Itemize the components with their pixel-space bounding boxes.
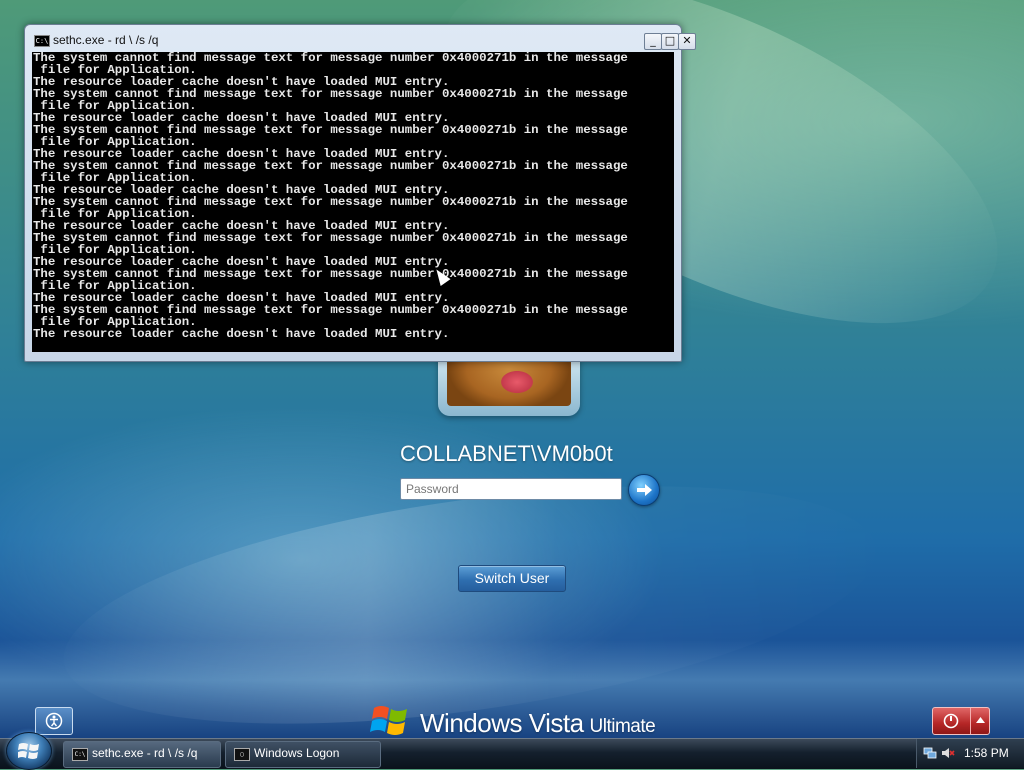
close-button[interactable]: ✕ bbox=[678, 33, 696, 50]
console-line: The resource loader cache doesn't have l… bbox=[33, 327, 450, 341]
switch-user-button[interactable]: Switch User bbox=[458, 565, 566, 592]
taskbar-item-windows-logon[interactable]: ▢ Windows Logon bbox=[225, 741, 381, 768]
brand-edition: Ultimate bbox=[589, 716, 656, 737]
brand-text: Windows Vista Ultimate bbox=[420, 708, 656, 739]
console-output[interactable]: The system cannot find message text for … bbox=[32, 52, 674, 352]
username-label: COLLABNET\VM0b0t bbox=[400, 441, 613, 466]
taskbar-item-console[interactable]: C:\ sethc.exe - rd \ /s /q bbox=[63, 741, 221, 768]
windows-logo-icon bbox=[18, 743, 39, 759]
power-icon bbox=[943, 713, 959, 729]
user-picture bbox=[447, 360, 571, 406]
volume-muted-icon[interactable] bbox=[941, 746, 955, 760]
console-title: sethc.exe - rd \ /s /q bbox=[53, 33, 159, 47]
taskbar-item-label: Windows Logon bbox=[254, 746, 340, 760]
clock[interactable]: 1:58 PM bbox=[964, 746, 1009, 760]
shutdown-control bbox=[932, 707, 990, 735]
network-icon[interactable] bbox=[923, 746, 937, 760]
password-input[interactable] bbox=[400, 478, 622, 500]
console-window[interactable]: C:\ sethc.exe - rd \ /s /q _ □ ✕ The sys… bbox=[24, 24, 696, 362]
ease-of-access-button[interactable] bbox=[35, 707, 73, 735]
brand-name: Windows Vista bbox=[420, 708, 584, 738]
shutdown-button[interactable] bbox=[933, 708, 969, 734]
console-icon: C:\ bbox=[72, 748, 88, 761]
chevron-up-icon bbox=[976, 717, 985, 723]
maximize-button[interactable]: □ bbox=[661, 33, 679, 50]
user-picture-frame bbox=[438, 358, 580, 416]
start-button[interactable] bbox=[6, 732, 52, 770]
console-titlebar[interactable]: C:\ sethc.exe - rd \ /s /q _ □ bbox=[25, 25, 681, 51]
arrow-right-icon bbox=[637, 484, 652, 496]
window-icon: ▢ bbox=[234, 748, 250, 761]
console-text: The system cannot find message text for … bbox=[32, 52, 674, 340]
windows-flag-icon bbox=[370, 706, 407, 735]
taskbar-item-label: sethc.exe - rd \ /s /q bbox=[92, 746, 198, 760]
ease-of-access-icon bbox=[45, 712, 63, 730]
shutdown-options-button[interactable] bbox=[970, 708, 990, 734]
system-tray: 1:58 PM bbox=[916, 739, 1024, 768]
console-icon: C:\ bbox=[34, 35, 50, 47]
minimize-button[interactable]: _ bbox=[644, 33, 662, 50]
submit-arrow-button[interactable] bbox=[628, 474, 660, 506]
